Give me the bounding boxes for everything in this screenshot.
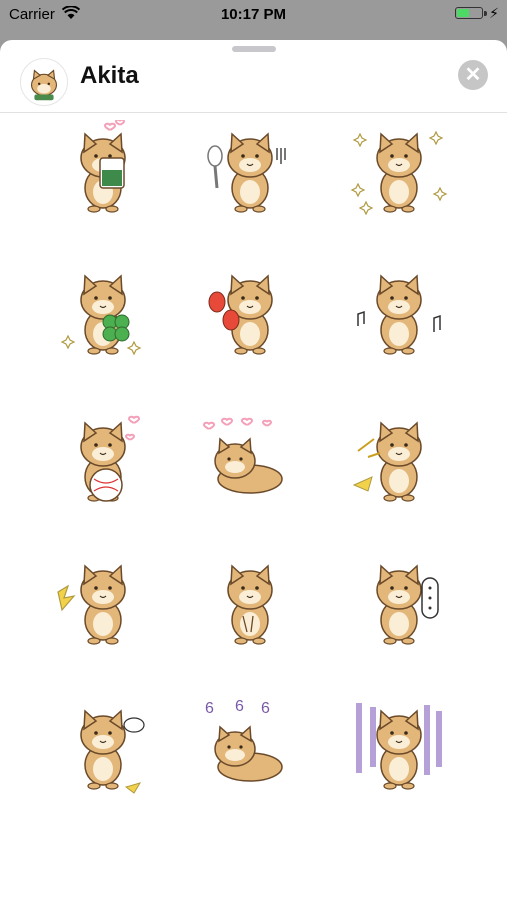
battery-icon [455, 7, 487, 19]
app-icon [20, 58, 68, 106]
sheet-grabber[interactable] [232, 46, 276, 52]
sticker-shocked[interactable] [48, 552, 158, 652]
svg-text:6: 6 [205, 700, 214, 717]
svg-text:6: 6 [261, 700, 270, 717]
sticker-lying-swirls[interactable]: 666 [195, 697, 305, 797]
sticker-baseball-hearts[interactable] [48, 409, 158, 509]
sticker-spoon-fork[interactable] [195, 120, 305, 220]
status-bar: Carrier 10:17 PM ⚡︎ [0, 0, 507, 30]
sticker-thinking[interactable] [195, 552, 305, 652]
clock: 10:17 PM [220, 6, 287, 23]
sticker-frustrated[interactable] [48, 697, 158, 797]
sticker-maracas[interactable] [195, 262, 305, 362]
charging-icon: ⚡︎ [489, 5, 499, 21]
sticker-four-leaf-clover[interactable] [48, 262, 158, 362]
sticker-gloomy[interactable] [344, 697, 454, 797]
close-icon: ✕ [464, 64, 482, 86]
sticker-ellipsis-speech[interactable] [344, 552, 454, 652]
sticker-music-dance[interactable] [344, 262, 454, 362]
sticker-lying-hearts[interactable] [195, 409, 305, 509]
svg-text:6: 6 [235, 698, 244, 715]
sticker-sparkle-pray[interactable] [344, 120, 454, 220]
sticker-laughing[interactable] [344, 409, 454, 509]
close-button[interactable]: ✕ [458, 60, 488, 90]
sheet-header: Akita ✕ [0, 54, 507, 113]
sticker-coffee-cup[interactable] [48, 120, 158, 220]
app-title: Akita [80, 62, 139, 89]
